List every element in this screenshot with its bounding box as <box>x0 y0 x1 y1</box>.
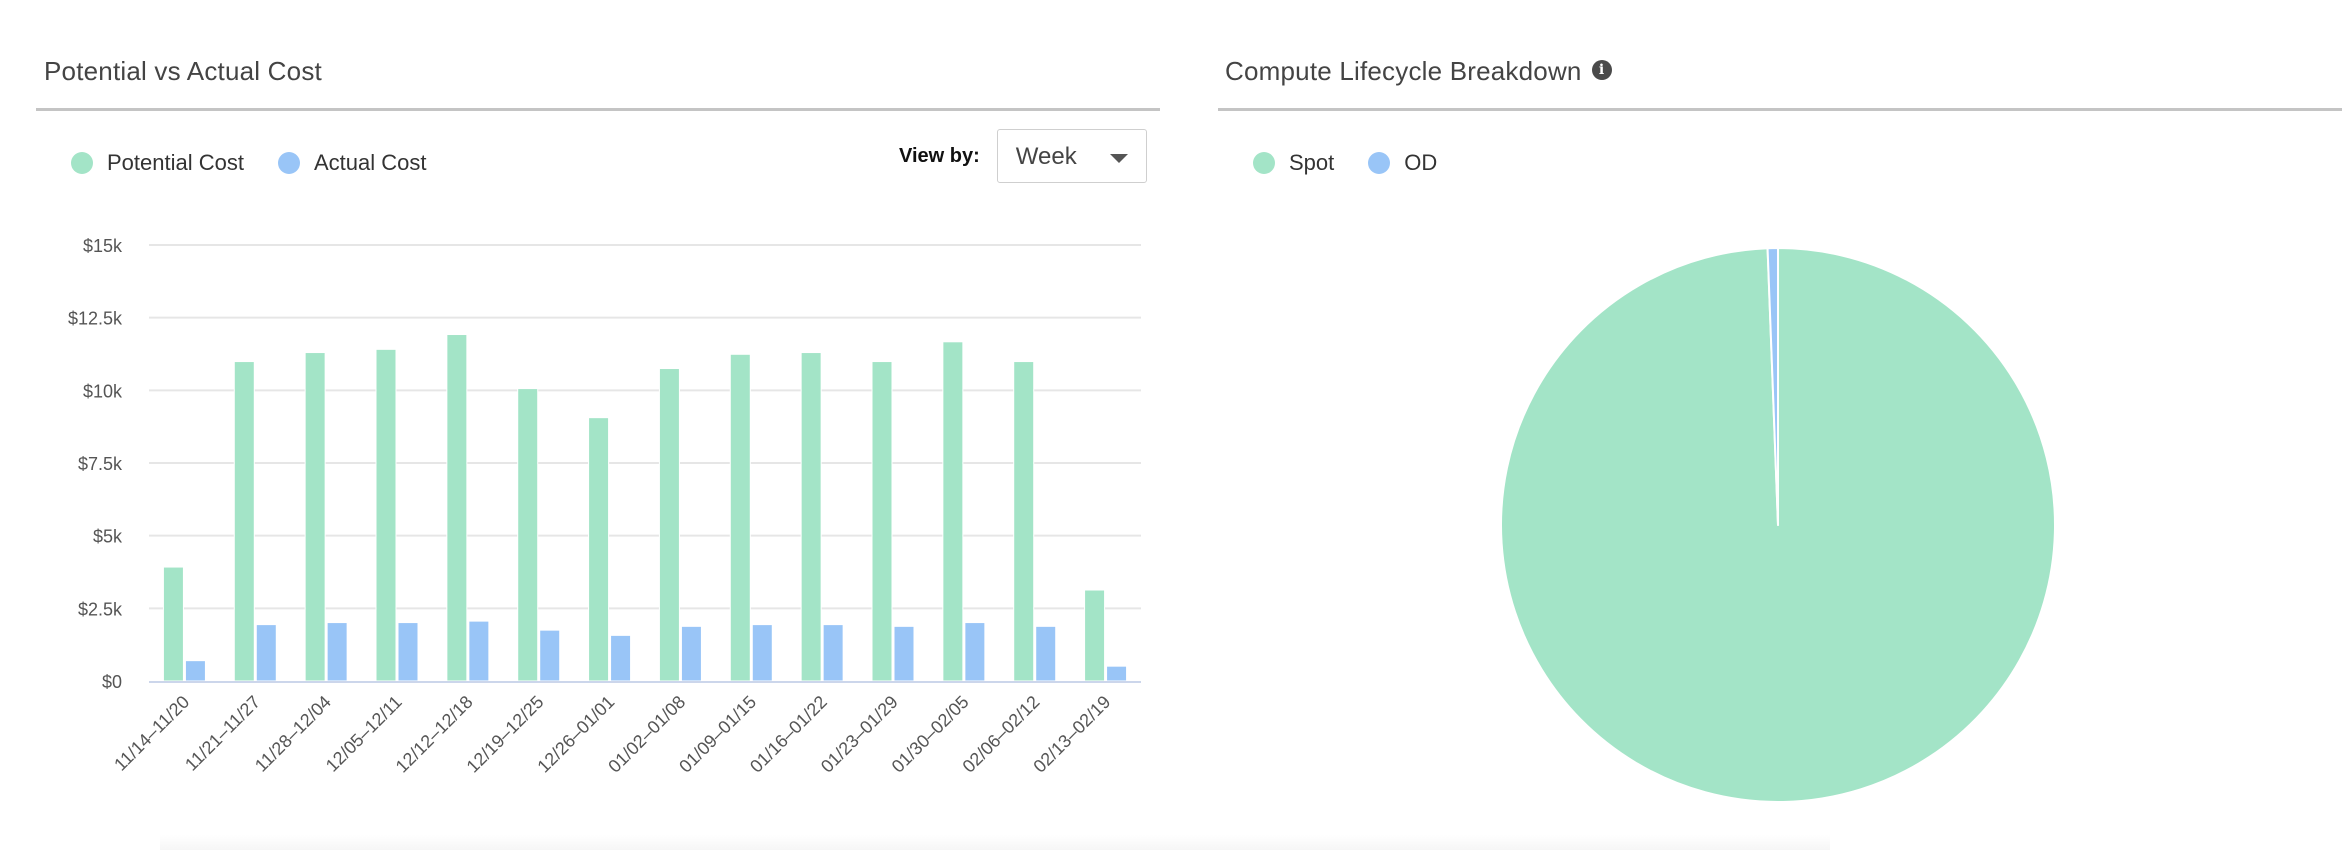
bars <box>162 334 1128 682</box>
x-tick-label: 11/14–11/20 <box>110 692 193 775</box>
pie-slices <box>1500 247 2056 803</box>
y-tick-label: $5k <box>93 527 123 547</box>
bar-potential-cost[interactable] <box>942 341 964 682</box>
bar-potential-cost[interactable] <box>1084 589 1106 682</box>
bar-actual-cost[interactable] <box>893 625 915 682</box>
bar-potential-cost[interactable] <box>517 388 539 682</box>
bar-potential-cost[interactable] <box>729 353 751 682</box>
legend-dot-icon <box>1368 152 1391 174</box>
bar-potential-cost[interactable] <box>162 566 184 682</box>
y-tick-label: $10k <box>83 381 123 401</box>
bar-potential-cost[interactable] <box>304 352 326 682</box>
bar-potential-cost[interactable] <box>1013 361 1035 682</box>
x-axis-labels: 11/14–11/2011/21–11/2711/28–12/0412/05–1… <box>110 692 1114 777</box>
bar-potential-cost[interactable] <box>658 368 680 682</box>
y-axis-labels: $0 $2.5k $5k $7.5k $10k $12.5k $15k <box>68 236 123 692</box>
bar-actual-cost[interactable] <box>255 624 277 682</box>
bar-actual-cost[interactable] <box>468 620 490 682</box>
bar-actual-cost[interactable] <box>610 634 632 682</box>
y-tick-label: $15k <box>83 236 123 256</box>
bar-actual-cost[interactable] <box>822 624 844 682</box>
bar-actual-cost[interactable] <box>539 629 561 682</box>
legend-dot-icon <box>1253 152 1275 174</box>
legend-item-od[interactable]: OD <box>1368 150 1437 176</box>
y-tick-label: $0 <box>102 672 122 692</box>
title-divider <box>1218 108 2342 111</box>
info-icon[interactable]: i <box>1591 60 1612 81</box>
bar-potential-cost[interactable] <box>233 361 255 682</box>
bar-potential-cost[interactable] <box>375 348 397 682</box>
bar-actual-cost[interactable] <box>680 625 702 682</box>
bar-potential-cost[interactable] <box>446 334 468 682</box>
bar-actual-cost[interactable] <box>184 660 206 682</box>
gridlines <box>149 244 1141 610</box>
bar-actual-cost[interactable] <box>964 622 986 682</box>
legend-item-spot[interactable]: Spot <box>1253 150 1334 176</box>
legend-label: OD <box>1404 150 1438 175</box>
panel-title: Compute Lifecycle Breakdown i <box>1225 56 1612 87</box>
y-tick-label: $7.5k <box>78 454 123 474</box>
bar-actual-cost[interactable] <box>751 624 773 682</box>
x-tick-label: 02/13–02/19 <box>1029 692 1114 777</box>
bar-actual-cost[interactable] <box>326 622 348 682</box>
bar-chart: $0 $2.5k $5k $7.5k $10k $12.5k $15k 11/14–11/2… <box>68 236 1141 777</box>
bar-actual-cost[interactable] <box>397 622 419 682</box>
y-tick-label: $2.5k <box>78 599 123 619</box>
bar-actual-cost[interactable] <box>1106 665 1128 682</box>
panel-title-text: Compute Lifecycle Breakdown <box>1225 56 1582 86</box>
legend-label: Spot <box>1289 150 1335 175</box>
bar-potential-cost[interactable] <box>588 417 610 682</box>
bar-potential-cost[interactable] <box>800 352 822 682</box>
card-shadow <box>160 835 1830 850</box>
bar-actual-cost[interactable] <box>1035 625 1057 682</box>
pie-legend: Spot OD <box>1253 150 1471 176</box>
bar-potential-cost[interactable] <box>871 361 893 682</box>
y-tick-label: $12.5k <box>68 309 123 329</box>
